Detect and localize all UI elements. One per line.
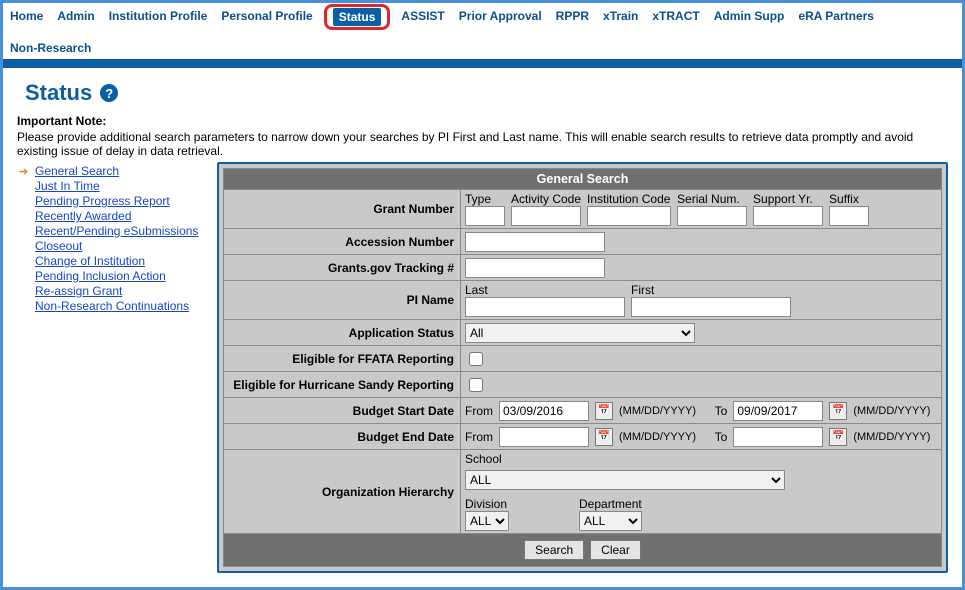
- sidebar-item-general-search[interactable]: General Search: [35, 164, 119, 178]
- nav-status-highlight: Status: [324, 4, 391, 30]
- nav-prior-approval[interactable]: Prior Approval: [458, 7, 543, 27]
- label-budget-start: Budget Start Date: [224, 398, 460, 423]
- arrow-icon: ➔: [19, 165, 31, 178]
- nav-xtrain[interactable]: xTrain: [602, 7, 639, 27]
- nav-home[interactable]: Home: [9, 7, 44, 27]
- grant-suffix-input[interactable]: [829, 206, 869, 226]
- page-title: Status: [25, 80, 92, 106]
- search-panel: General Search Grant Number Type Activit…: [217, 162, 948, 573]
- tracking-input[interactable]: [465, 258, 605, 278]
- note-title: Important Note:: [17, 114, 948, 128]
- label-from: From: [465, 404, 493, 418]
- label-division: Division: [465, 497, 509, 511]
- grant-type-input[interactable]: [465, 206, 505, 226]
- budget-end-from-input[interactable]: [499, 427, 589, 447]
- label-support: Support Yr.: [753, 192, 823, 206]
- label-type: Type: [465, 192, 505, 206]
- sidebar-item-change-institution[interactable]: Change of Institution: [35, 254, 145, 268]
- pi-first-input[interactable]: [631, 297, 791, 317]
- label-app-status: Application Status: [224, 320, 460, 345]
- sidebar-item-recent-pending-esub[interactable]: Recent/Pending eSubmissions: [35, 224, 198, 238]
- nav-status[interactable]: Status: [333, 8, 382, 26]
- label-to: To: [715, 404, 728, 418]
- department-select[interactable]: ALL: [579, 511, 642, 531]
- sidebar-item-closeout[interactable]: Closeout: [35, 239, 82, 253]
- sidebar: ➔ General Search Just In Time Pending Pro…: [17, 162, 211, 573]
- sidebar-item-pending-inclusion[interactable]: Pending Inclusion Action: [35, 269, 166, 283]
- calendar-icon[interactable]: 📅: [829, 428, 847, 446]
- label-hurricane: Eligible for Hurricane Sandy Reporting: [224, 372, 460, 397]
- label-activity: Activity Code: [511, 192, 581, 206]
- budget-start-to-input[interactable]: [733, 401, 823, 421]
- calendar-icon[interactable]: 📅: [829, 402, 847, 420]
- panel-title: General Search: [224, 169, 941, 190]
- grant-institution-input[interactable]: [587, 206, 671, 226]
- sidebar-item-recently-awarded[interactable]: Recently Awarded: [35, 209, 132, 223]
- grant-activity-input[interactable]: [511, 206, 581, 226]
- calendar-icon[interactable]: 📅: [595, 428, 613, 446]
- sidebar-item-nonresearch-cont[interactable]: Non-Research Continuations: [35, 299, 189, 313]
- budget-start-from-input[interactable]: [499, 401, 589, 421]
- pi-last-input[interactable]: [465, 297, 625, 317]
- sidebar-item-reassign-grant[interactable]: Re-assign Grant: [35, 284, 122, 298]
- sidebar-item-just-in-time[interactable]: Just In Time: [35, 179, 100, 193]
- note-body: Please provide additional search paramet…: [17, 130, 948, 158]
- date-hint: (MM/DD/YYYY): [853, 405, 930, 417]
- label-department: Department: [579, 497, 642, 511]
- ffata-checkbox[interactable]: [469, 352, 483, 366]
- label-to: To: [715, 430, 728, 444]
- nav-admin-supp[interactable]: Admin Supp: [713, 7, 786, 27]
- label-grant-number: Grant Number: [224, 190, 460, 228]
- label-school: School: [465, 452, 502, 466]
- sidebar-item-pending-progress[interactable]: Pending Progress Report: [35, 194, 170, 208]
- label-from: From: [465, 430, 493, 444]
- nav-institution-profile[interactable]: Institution Profile: [108, 7, 209, 27]
- nav-assist[interactable]: ASSIST: [400, 7, 445, 27]
- nav-xtract[interactable]: xTRACT: [651, 7, 700, 27]
- app-status-select[interactable]: All: [465, 323, 695, 343]
- nav-divider: [3, 59, 962, 68]
- help-icon[interactable]: ?: [100, 84, 118, 102]
- label-pi-name: PI Name: [224, 281, 460, 319]
- label-institution: Institution Code: [587, 192, 671, 206]
- search-button[interactable]: Search: [524, 540, 584, 560]
- grant-serial-input[interactable]: [677, 206, 747, 226]
- nav-non-research[interactable]: Non-Research: [9, 39, 92, 57]
- label-tracking: Grants.gov Tracking #: [224, 255, 460, 280]
- label-pi-last: Last: [465, 283, 625, 297]
- hurricane-checkbox[interactable]: [469, 378, 483, 392]
- top-nav: Home Admin Institution Profile Personal …: [3, 3, 962, 59]
- school-select[interactable]: ALL: [465, 470, 785, 490]
- label-ffata: Eligible for FFATA Reporting: [224, 346, 460, 371]
- date-hint: (MM/DD/YYYY): [853, 431, 930, 443]
- division-select[interactable]: ALL: [465, 511, 509, 531]
- clear-button[interactable]: Clear: [590, 540, 641, 560]
- date-hint: (MM/DD/YYYY): [619, 431, 696, 443]
- label-suffix: Suffix: [829, 192, 869, 206]
- label-serial: Serial Num.: [677, 192, 747, 206]
- calendar-icon[interactable]: 📅: [595, 402, 613, 420]
- grant-support-input[interactable]: [753, 206, 823, 226]
- nav-era-partners[interactable]: eRA Partners: [797, 7, 875, 27]
- nav-admin[interactable]: Admin: [56, 7, 95, 27]
- nav-rppr[interactable]: RPPR: [555, 7, 590, 27]
- label-pi-first: First: [631, 283, 791, 297]
- label-accession: Accession Number: [224, 229, 460, 254]
- budget-end-to-input[interactable]: [733, 427, 823, 447]
- accession-input[interactable]: [465, 232, 605, 252]
- label-budget-end: Budget End Date: [224, 424, 460, 449]
- nav-personal-profile[interactable]: Personal Profile: [220, 7, 313, 27]
- date-hint: (MM/DD/YYYY): [619, 405, 696, 417]
- label-org: Organization Hierarchy: [224, 450, 460, 533]
